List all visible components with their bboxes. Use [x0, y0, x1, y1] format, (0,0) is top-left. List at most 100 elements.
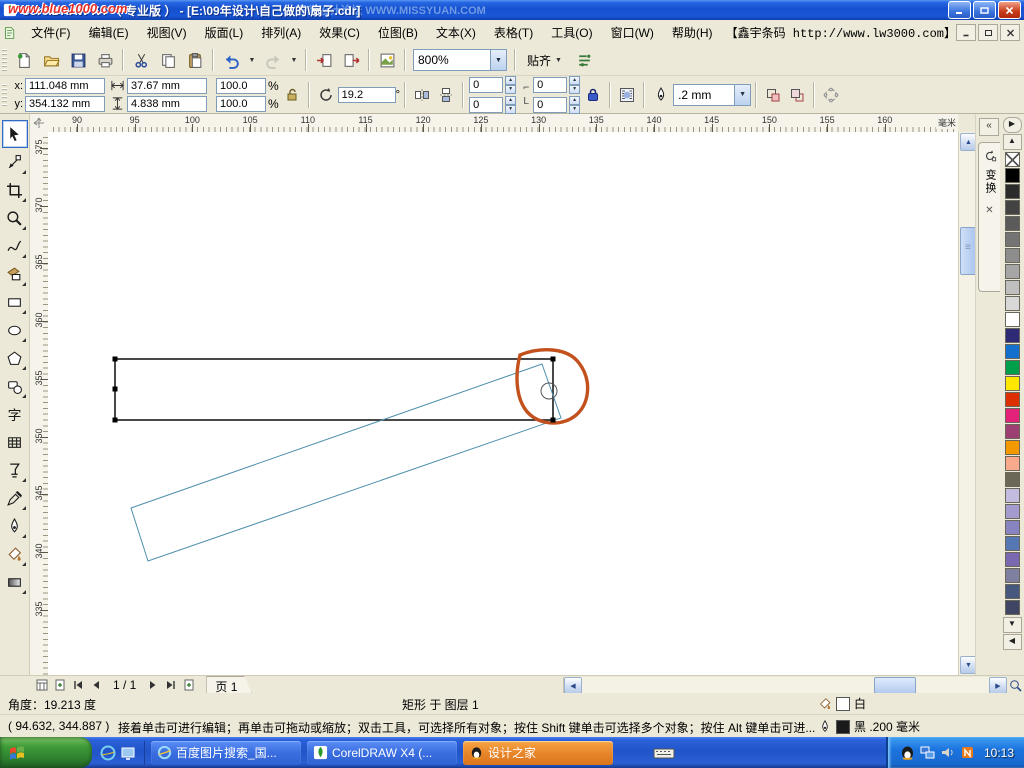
- color-swatch-#9e3f73[interactable]: [1005, 424, 1020, 439]
- color-swatch-#d8d8d8[interactable]: [1005, 296, 1020, 311]
- scroll-left-icon[interactable]: ◀: [564, 677, 582, 694]
- wrap-text-button[interactable]: [615, 83, 639, 107]
- color-swatch-#8884c0[interactable]: [1005, 520, 1020, 535]
- outline-width-combo[interactable]: .2 mm▼: [673, 84, 751, 106]
- y-position-field[interactable]: 354.132 mm: [25, 96, 105, 112]
- color-swatch-#8d8d8d[interactable]: [1005, 248, 1020, 263]
- mdi-minimize-button[interactable]: [956, 24, 976, 41]
- save-button[interactable]: [65, 47, 91, 73]
- corner-radius-left-top[interactable]: 0: [469, 77, 503, 93]
- show-desktop-icon[interactable]: [120, 745, 136, 761]
- color-swatch-#f9a98c[interactable]: [1005, 456, 1020, 471]
- fill-tool[interactable]: [2, 540, 28, 568]
- color-swatch-#2b2b2b[interactable]: [1005, 184, 1020, 199]
- palette-expand-icon[interactable]: ◀: [1003, 634, 1022, 650]
- cut-button[interactable]: [128, 47, 154, 73]
- color-swatch-#1470cc[interactable]: [1005, 344, 1020, 359]
- close-button[interactable]: [998, 1, 1021, 19]
- spin-down-icon[interactable]: ▼: [569, 105, 580, 114]
- color-swatch-#ffffff[interactable]: [1005, 312, 1020, 327]
- ie-quicklaunch-icon[interactable]: [100, 745, 116, 761]
- color-swatch-#7b68b0[interactable]: [1005, 552, 1020, 567]
- export-button[interactable]: [338, 47, 364, 73]
- color-swatch-#f49800[interactable]: [1005, 440, 1020, 455]
- palette-scroll-up-icon[interactable]: ▲: [1003, 134, 1022, 150]
- page-curtain-icon[interactable]: [34, 678, 50, 692]
- outline-pen-tool[interactable]: [2, 512, 28, 540]
- keyboard-icon[interactable]: [653, 745, 675, 761]
- mdi-close-button[interactable]: [1000, 24, 1020, 41]
- color-swatch-#a6a6a6[interactable]: [1005, 264, 1020, 279]
- selection-handle[interactable]: [113, 357, 118, 362]
- mirror-vertical-button[interactable]: [434, 83, 458, 107]
- x-position-field[interactable]: 111.048 mm: [25, 78, 105, 94]
- vertical-scrollbar[interactable]: ▲ ▼: [958, 132, 976, 675]
- docker-close-icon[interactable]: ✕: [985, 205, 993, 216]
- menu-item-帮助H[interactable]: 帮助(H): [663, 21, 722, 44]
- color-swatch-#bfbfbf[interactable]: [1005, 280, 1020, 295]
- spin-up-icon[interactable]: ▲: [569, 96, 580, 105]
- to-front-button[interactable]: [761, 83, 785, 107]
- color-swatch-#47587f[interactable]: [1005, 584, 1020, 599]
- open-button[interactable]: [38, 47, 64, 73]
- freehand-tool[interactable]: [2, 232, 28, 260]
- zoom-tool[interactable]: [2, 204, 28, 232]
- scale-lock-icon[interactable]: [280, 83, 304, 107]
- ruler-origin[interactable]: [30, 114, 49, 133]
- color-swatch-#5b5b5b[interactable]: [1005, 216, 1020, 231]
- color-swatch-#3f4563[interactable]: [1005, 600, 1020, 615]
- mdi-restore-button[interactable]: [978, 24, 998, 41]
- color-swatch-#7f7f9f[interactable]: [1005, 568, 1020, 583]
- rectangle-tool[interactable]: [2, 288, 28, 316]
- network-tray-icon[interactable]: [920, 745, 935, 760]
- corner-radius-right-top[interactable]: 0: [533, 77, 567, 93]
- minimize-button[interactable]: [948, 1, 971, 19]
- table-tool[interactable]: [2, 428, 28, 456]
- palette-scroll-down-icon[interactable]: ▼: [1003, 617, 1022, 633]
- toolbar-grip[interactable]: [2, 49, 7, 71]
- menu-item-视图V[interactable]: 视图(V): [138, 21, 196, 44]
- selection-handle[interactable]: [551, 418, 556, 423]
- menu-item-效果C[interactable]: 效果(C): [310, 21, 369, 44]
- rectangle-object[interactable]: [115, 359, 553, 420]
- task-button-coreldraw[interactable]: CorelDRAW X4 (...: [307, 741, 457, 765]
- task-button-ie[interactable]: 百度图片搜索_国...: [151, 741, 301, 765]
- navigator-zoom-button[interactable]: [1007, 677, 1024, 693]
- horizontal-ruler[interactable]: 毫米90951001051101151201251301351401451501…: [48, 114, 958, 133]
- interactive-fill-tool[interactable]: [2, 568, 28, 596]
- color-swatch-#c4bcde[interactable]: [1005, 488, 1020, 503]
- add-page-button[interactable]: [52, 678, 68, 692]
- paste-button[interactable]: [182, 47, 208, 73]
- print-button[interactable]: [92, 47, 118, 73]
- start-button[interactable]: [0, 737, 92, 768]
- menu-item-文本X[interactable]: 文本(X): [427, 21, 485, 44]
- horizontal-scrollbar[interactable]: ◀ ▶: [563, 677, 1007, 693]
- task-button-qq[interactable]: 设计之家: [463, 741, 613, 765]
- copy-button[interactable]: [155, 47, 181, 73]
- selection-handle[interactable]: [113, 387, 118, 392]
- round-corners-lock-button[interactable]: [581, 83, 605, 107]
- shape-tool[interactable]: [2, 148, 28, 176]
- convert-to-curves-button[interactable]: [819, 83, 843, 107]
- color-swatch-none[interactable]: [1005, 152, 1020, 167]
- blend-tool[interactable]: [2, 456, 28, 484]
- page-tab[interactable]: 页 1: [206, 676, 252, 695]
- color-swatch-#00a04a[interactable]: [1005, 360, 1020, 375]
- text-tool[interactable]: 字: [2, 400, 28, 428]
- spin-down-icon[interactable]: ▼: [505, 105, 516, 114]
- spin-up-icon[interactable]: ▲: [569, 76, 580, 85]
- selection-handle[interactable]: [551, 357, 556, 362]
- drawing-canvas[interactable]: [48, 132, 958, 675]
- last-page-button[interactable]: [163, 678, 179, 692]
- corner-radius-right-bottom[interactable]: 0: [533, 97, 567, 113]
- zoom-level-combo[interactable]: 800%▼: [413, 49, 507, 71]
- menu-item-工具O[interactable]: 工具(O): [542, 21, 601, 44]
- scale-h-field[interactable]: 100.0: [216, 78, 266, 94]
- color-swatch-#a49cce[interactable]: [1005, 504, 1020, 519]
- menu-item-版面L[interactable]: 版面(L): [196, 21, 253, 44]
- chevron-down-icon[interactable]: ▼: [490, 50, 506, 70]
- fill-color-chip[interactable]: [836, 697, 850, 711]
- first-page-button[interactable]: [70, 678, 86, 692]
- horizontal-scroll-thumb[interactable]: [874, 677, 916, 694]
- spin-down-icon[interactable]: ▼: [569, 85, 580, 94]
